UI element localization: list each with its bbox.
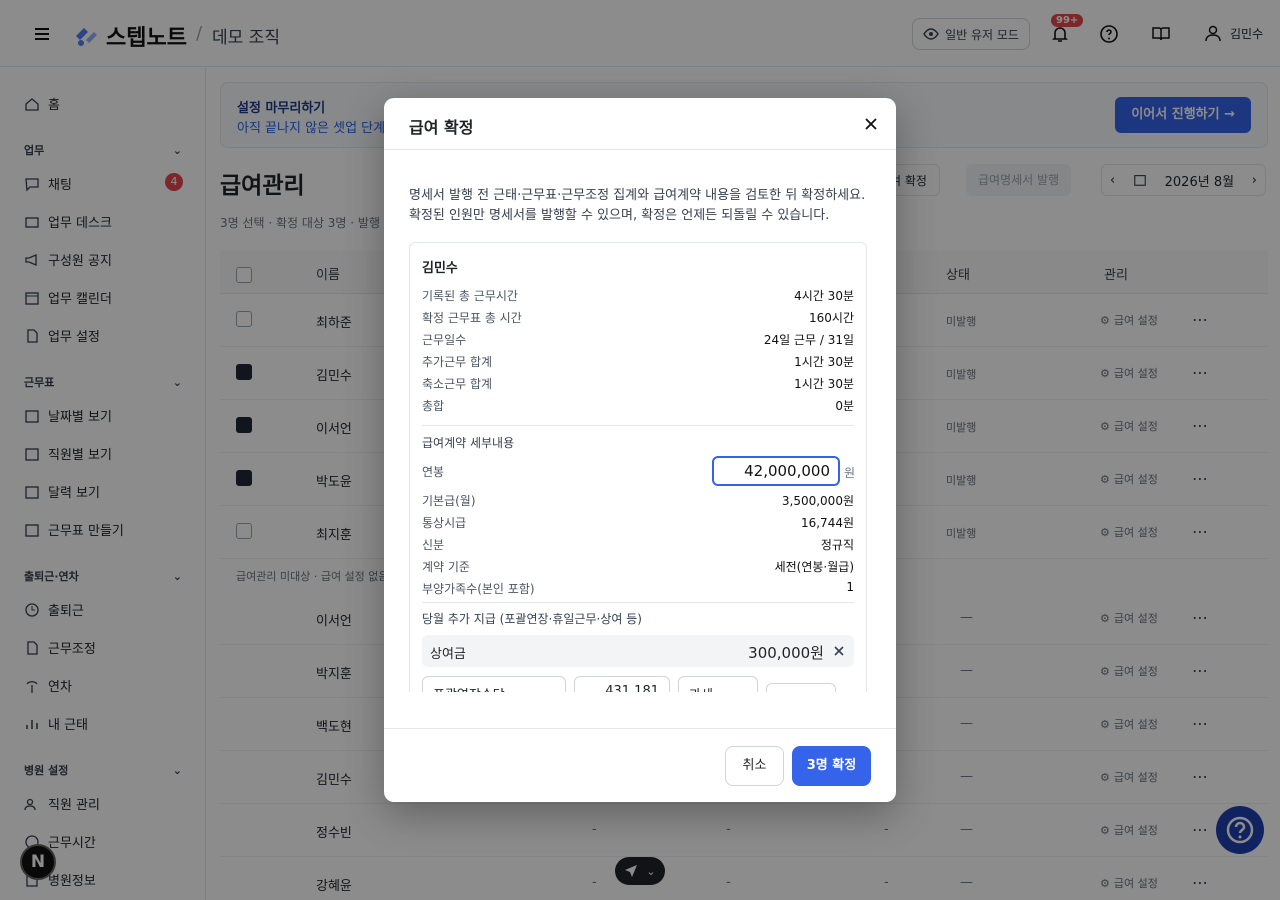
bonus-label: 상여금	[430, 647, 466, 662]
kv-label: 계약 기준	[422, 560, 470, 574]
kv-value: 0분	[835, 399, 854, 413]
kv-row: 부양가족수(본인 포함) 1	[422, 580, 854, 597]
employee-name: 김민수	[422, 261, 458, 276]
kv-value: 정규직	[820, 538, 854, 552]
kv-row: 계약 기준 세전(연봉·월급)	[422, 558, 854, 575]
confirm-button[interactable]: 3명 확정	[792, 746, 871, 786]
kv-row: 확정 근무표 총 시간 160시간	[422, 309, 854, 326]
extra-pay-section-title: 당월 추가 지급 (포괄연장·휴일근무·상여 등)	[422, 612, 642, 626]
dialog-header: 급여 확정	[384, 98, 896, 150]
kv-label: 통상시급	[422, 516, 467, 530]
pay-type-select[interactable]: 포괄연장수당	[422, 676, 566, 692]
kv-row: 총합 0분	[422, 397, 854, 414]
kv-label: 기본급(월)	[422, 494, 476, 508]
pay-amount-input[interactable]: 431,181	[574, 676, 670, 692]
kv-label: 총합	[422, 399, 445, 413]
kv-value: 160시간	[809, 311, 854, 325]
kv-label: 연봉	[422, 465, 445, 479]
kv-label: 추가근무 합계	[422, 355, 493, 369]
bonus-item: 상여금 300,000원	[422, 635, 854, 667]
contract-section-title: 급여계약 세부내용	[422, 436, 515, 450]
kv-row: 근무일수 24일 근무 / 31일	[422, 331, 854, 348]
annual-salary-input[interactable]	[712, 456, 840, 486]
dialog-description: 명세서 발행 전 근태·근무표·근무조정 집계와 급여계약 내용을 검토한 뒤 …	[409, 188, 866, 223]
kv-value: 4시간 30분	[794, 289, 854, 303]
payroll-confirm-dialog: 급여 확정 명세서 발행 전 근태·근무표·근무조정 집계와 급여계약 내용을 …	[384, 98, 896, 802]
tax-type-select[interactable]: 과세	[678, 676, 758, 692]
kv-value: 세전(연봉·월급)	[774, 560, 854, 574]
kv-value: 1시간 30분	[794, 377, 854, 391]
kv-row: 추가근무 합계 1시간 30분	[422, 353, 854, 370]
kv-label: 근무일수	[422, 333, 467, 347]
kv-row: 통상시급 16,744원	[422, 514, 854, 531]
add-pay-button[interactable]	[766, 683, 836, 692]
kv-label: 기록된 총 근무시간	[422, 289, 518, 303]
dialog-title: 급여 확정	[409, 118, 474, 137]
kv-value: 16,744원	[800, 516, 854, 530]
divider	[422, 602, 854, 603]
close-icon[interactable]	[862, 115, 880, 133]
remove-icon[interactable]	[832, 644, 846, 658]
divider	[422, 425, 854, 426]
kv-value: 24일 근무 / 31일	[763, 333, 854, 347]
bonus-amount: 300,000원	[748, 644, 824, 662]
kv-label: 신분	[422, 538, 445, 552]
kv-row: 기록된 총 근무시간 4시간 30분	[422, 287, 854, 304]
dialog-footer: 취소 3명 확정	[384, 728, 896, 802]
kv-label: 확정 근무표 총 시간	[422, 311, 522, 325]
kv-row: 기본급(월) 3,500,000원	[422, 492, 854, 509]
kv-label: 축소근무 합계	[422, 377, 493, 391]
kv-value: 3,500,000원	[781, 494, 854, 508]
kv-row: 축소근무 합계 1시간 30분	[422, 375, 854, 392]
kv-value: 1	[846, 580, 854, 594]
kv-row: 신분 정규직	[422, 536, 854, 553]
employee-payroll-card: 김민수 기록된 총 근무시간 4시간 30분 확정 근무표 총 시간 160시간 근…	[409, 242, 867, 692]
kv-label: 부양가족수(본인 포함)	[422, 582, 535, 596]
kv-value: 1시간 30분	[794, 355, 854, 369]
currency-unit: 원	[844, 466, 856, 480]
cancel-button[interactable]: 취소	[725, 746, 784, 786]
